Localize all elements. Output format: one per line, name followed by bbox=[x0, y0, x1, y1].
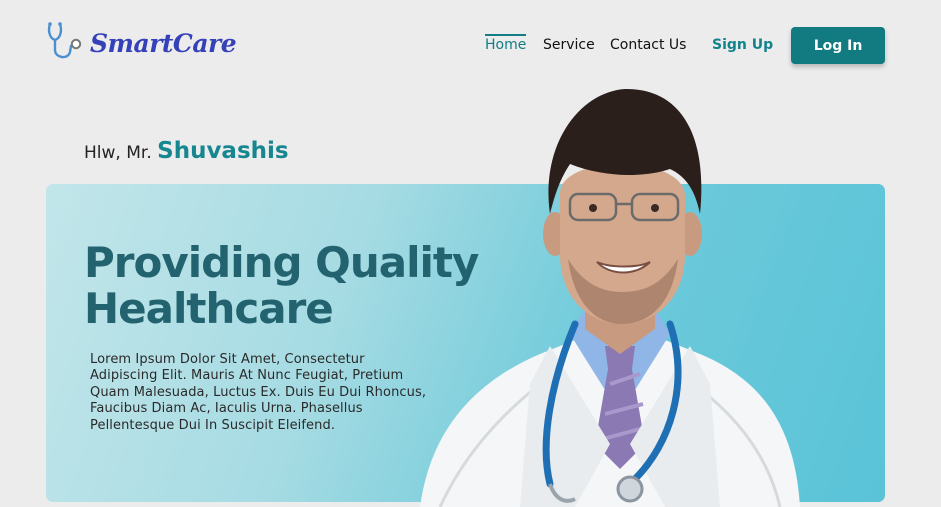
signup-link[interactable]: Sign Up bbox=[712, 37, 773, 53]
greeting-name: Shuvashis bbox=[157, 138, 289, 164]
login-button[interactable]: Log In bbox=[791, 27, 885, 64]
nav-contact-link[interactable]: Contact Us bbox=[610, 37, 686, 53]
hero-description: Lorem Ipsum Dolor Sit Amet, Consectetur … bbox=[90, 352, 427, 433]
greeting: Hlw, Mr. Shuvashis bbox=[84, 138, 289, 164]
nav-service-link[interactable]: Service bbox=[543, 37, 595, 53]
doctor-image bbox=[420, 88, 800, 507]
greeting-prefix: Hlw, Mr. bbox=[84, 143, 152, 163]
nav-home-link[interactable]: Home bbox=[485, 34, 527, 53]
